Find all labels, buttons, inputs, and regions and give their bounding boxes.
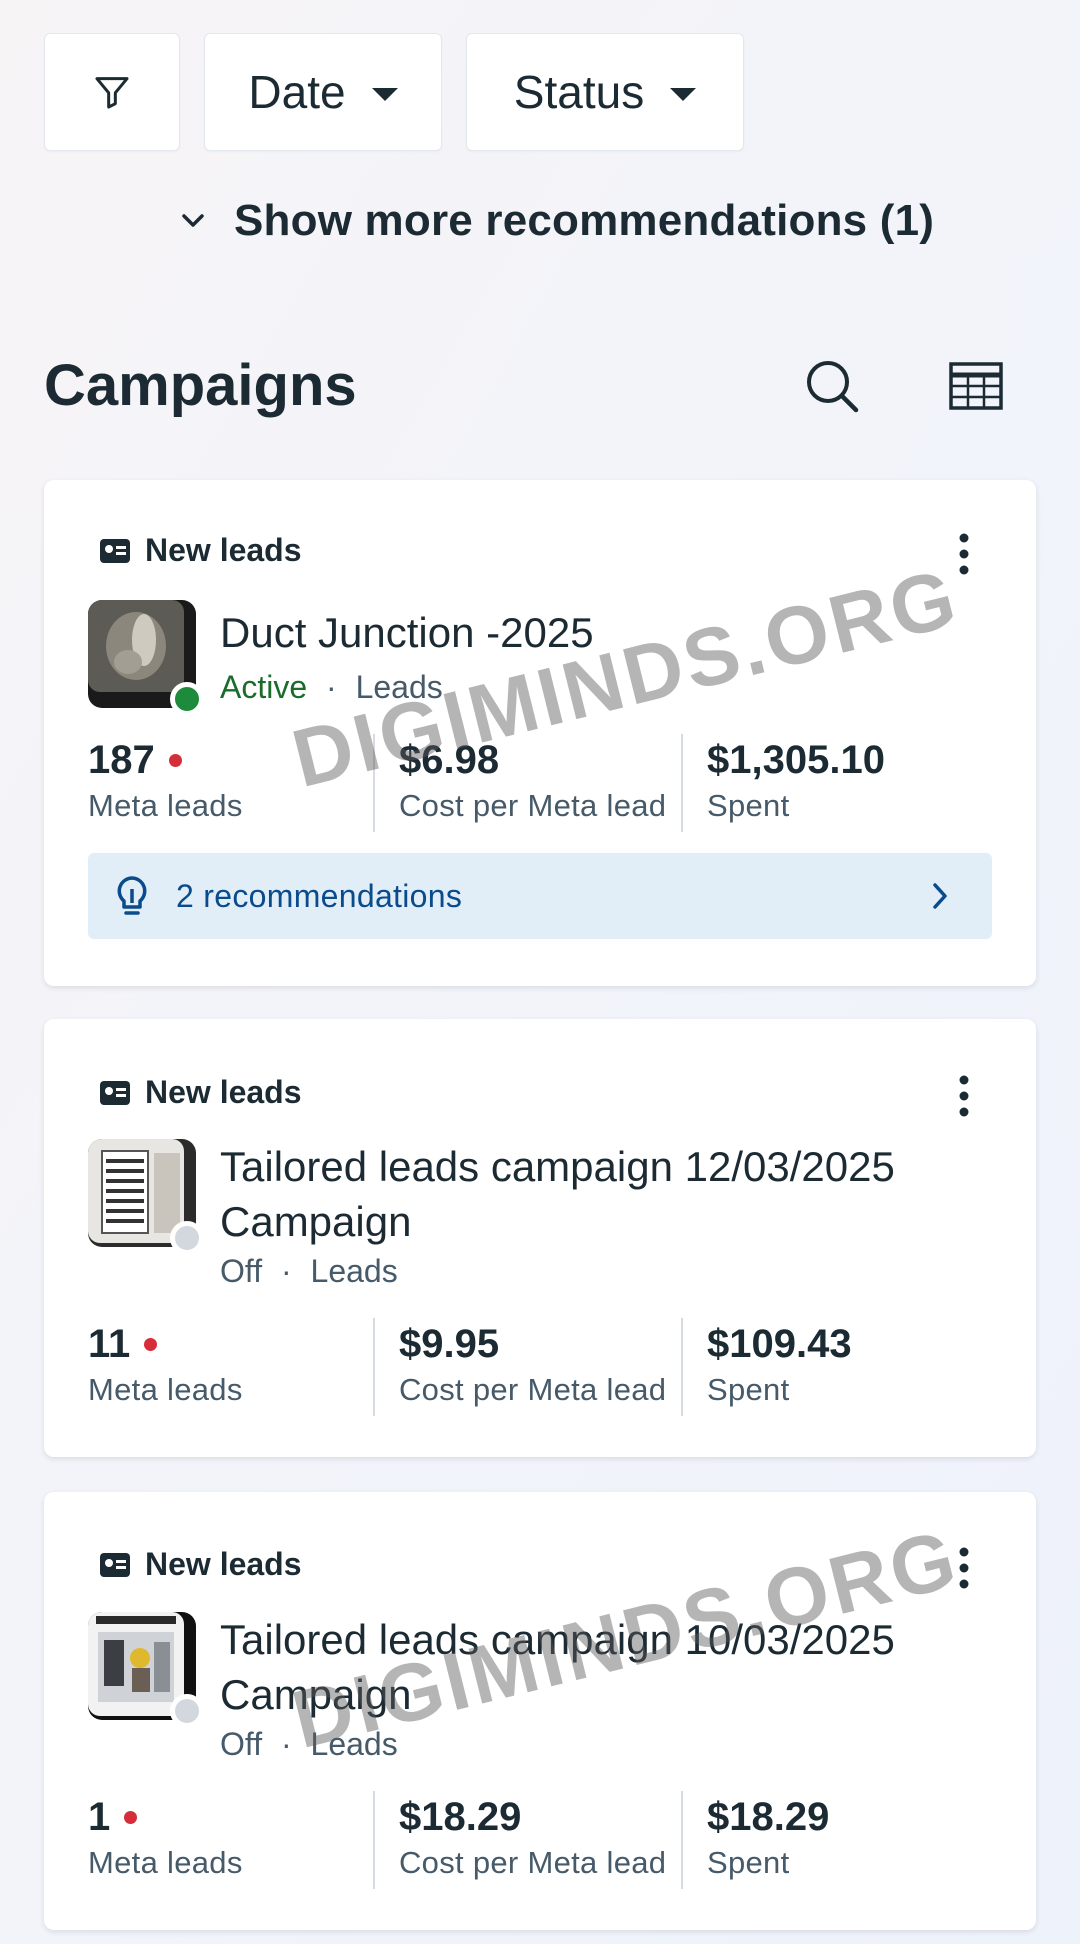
more-options-icon[interactable] (954, 532, 974, 576)
table-view-button[interactable] (949, 362, 1003, 415)
metric-cost-per-lead: $18.29 Cost per Meta lead (373, 1791, 681, 1889)
campaign-card[interactable]: New leads Tailored leads campaign 12/03/… (44, 1019, 1036, 1457)
metric-value: $1,305.10 (707, 737, 885, 782)
search-icon (807, 361, 859, 413)
campaign-name-line: Tailored leads campaign 10/03/2025 (220, 1616, 895, 1663)
campaign-status: Active (220, 669, 308, 705)
metric-meta-leads: 11 Meta leads (88, 1318, 373, 1416)
recommendations-banner[interactable]: 2 recommendations (88, 853, 992, 939)
chevron-right-icon (933, 883, 947, 909)
campaign-name: Tailored leads campaign 12/03/2025 Campa… (220, 1139, 895, 1249)
caret-down-icon (371, 87, 398, 101)
metric-label: Cost per Meta lead (399, 788, 667, 823)
more-options-icon[interactable] (954, 1074, 974, 1118)
campaign-status-line: Active · Leads (220, 669, 443, 706)
metrics-row: 11 Meta leads $9.95 Cost per Meta lead $… (88, 1318, 992, 1416)
metric-value: $6.98 (399, 737, 500, 782)
metric-value: 187 (88, 737, 155, 782)
metric-label: Meta leads (88, 1845, 243, 1880)
campaign-tag: New leads (99, 1074, 302, 1111)
metric-spent: $1,305.10 Spent (681, 734, 992, 832)
date-filter-dropdown[interactable]: Date (204, 33, 442, 151)
separator: · (280, 1253, 292, 1289)
status-filter-label: Status (513, 66, 645, 118)
metric-value: $109.43 (707, 1321, 852, 1366)
search-button[interactable] (804, 358, 860, 419)
more-options-icon[interactable] (954, 1546, 974, 1590)
metric-value: $9.95 (399, 1321, 500, 1366)
tag-label: New leads (145, 1546, 302, 1582)
campaign-name: Duct Junction -2025 (220, 609, 594, 656)
filter-bar: Date Status (44, 33, 744, 151)
campaign-name: Tailored leads campaign 10/03/2025 Campa… (220, 1612, 895, 1722)
campaign-objective: Leads (310, 1726, 398, 1762)
metric-value: $18.29 (399, 1794, 522, 1839)
campaign-card[interactable]: New leads Duct Junction -2025 Active · L… (44, 480, 1036, 986)
campaign-tag: New leads (99, 1546, 302, 1583)
metric-spent: $18.29 Spent (681, 1791, 992, 1889)
metric-meta-leads: 1 Meta leads (88, 1791, 373, 1889)
campaign-status: Off (220, 1726, 263, 1762)
filter-button[interactable] (44, 33, 180, 151)
filter-icon (95, 77, 129, 109)
metric-value: 1 (88, 1794, 111, 1839)
campaign-name-line: Campaign (220, 1198, 412, 1245)
new-leads-dot (168, 753, 182, 767)
metric-spent: $109.43 Spent (681, 1318, 992, 1416)
recommendations-label: 2 recommendations (176, 877, 463, 914)
campaign-thumbnail (88, 600, 204, 716)
chevron-down-icon (182, 214, 204, 227)
status-indicator (170, 682, 204, 716)
page-title: Campaigns (44, 353, 357, 418)
lightbulb-icon (117, 876, 147, 915)
metrics-row: 1 Meta leads $18.29 Cost per Meta lead $… (88, 1791, 992, 1889)
status-filter-dropdown[interactable]: Status (466, 33, 744, 151)
campaign-name-line: Campaign (220, 1671, 412, 1718)
tag-label: New leads (145, 532, 302, 568)
campaign-card[interactable]: New leads Tailored leads campaign 10/03/… (44, 1492, 1036, 1930)
lead-form-icon (100, 1552, 130, 1577)
metric-label: Cost per Meta lead (399, 1845, 667, 1880)
metric-value: $18.29 (707, 1794, 830, 1839)
campaign-status-line: Off · Leads (220, 1726, 398, 1763)
metric-cost-per-lead: $9.95 Cost per Meta lead (373, 1318, 681, 1416)
separator: · (326, 669, 337, 705)
caret-down-icon (670, 87, 697, 101)
metric-label: Cost per Meta lead (399, 1372, 667, 1407)
show-more-recommendations-label: Show more recommendations (1) (234, 196, 935, 245)
metric-meta-leads: 187 Meta leads (88, 734, 373, 832)
metric-label: Meta leads (88, 1372, 243, 1407)
metric-value: 11 (88, 1321, 131, 1366)
lead-form-icon (100, 538, 130, 563)
metric-label: Spent (707, 1372, 790, 1407)
separator: · (280, 1726, 292, 1762)
table-icon (949, 362, 1003, 410)
campaign-status-line: Off · Leads (220, 1253, 398, 1290)
metric-label: Spent (707, 788, 790, 823)
lead-form-icon (100, 1080, 130, 1105)
campaign-thumbnail (88, 1612, 204, 1728)
tag-label: New leads (145, 1074, 302, 1110)
date-filter-label: Date (248, 66, 346, 118)
campaign-objective: Leads (310, 1253, 398, 1289)
campaign-tag: New leads (99, 532, 302, 569)
new-leads-dot (144, 1337, 158, 1351)
metric-label: Meta leads (88, 788, 243, 823)
show-more-recommendations-button[interactable]: Show more recommendations (1) (182, 196, 934, 246)
campaign-thumbnail (88, 1139, 204, 1255)
campaign-objective: Leads (355, 669, 443, 705)
campaign-status: Off (220, 1253, 263, 1289)
metric-label: Spent (707, 1845, 790, 1880)
metrics-row: 187 Meta leads $6.98 Cost per Meta lead … (88, 734, 992, 832)
status-indicator (170, 1694, 204, 1728)
new-leads-dot (124, 1810, 138, 1824)
campaign-name-line: Tailored leads campaign 12/03/2025 (220, 1143, 895, 1190)
metric-cost-per-lead: $6.98 Cost per Meta lead (373, 734, 681, 832)
status-indicator (170, 1221, 204, 1255)
